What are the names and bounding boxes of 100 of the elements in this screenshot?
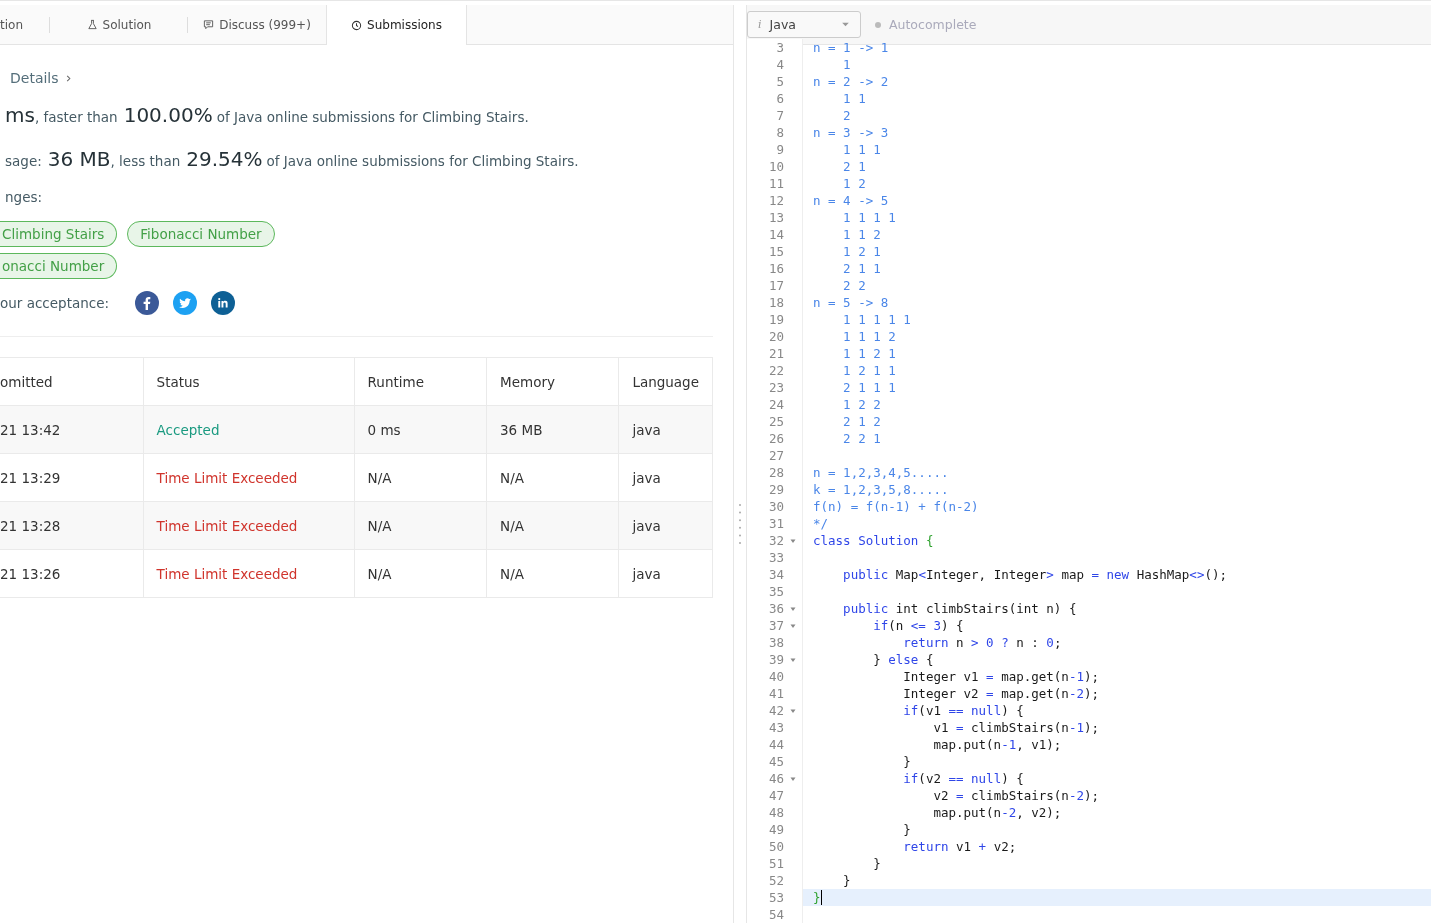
line-number: 18: [768, 294, 784, 311]
tab[interactable]: Solution: [50, 5, 188, 44]
table-cell: 36 MB: [486, 405, 619, 454]
fold-arrow-icon[interactable]: [790, 656, 796, 663]
code-line: 1 1 1: [842, 141, 881, 158]
line-number: 27: [768, 447, 784, 464]
share-label: our acceptance:: [0, 295, 110, 311]
code-line: 2 1 2: [842, 413, 881, 430]
code-line: 2 1: [842, 158, 866, 175]
line-number: 45: [768, 753, 784, 770]
line-number: 50: [768, 838, 784, 855]
line-number: 41: [768, 685, 784, 702]
code-line: map.put(n-2, v2);: [932, 804, 1062, 821]
code-line: f(n) = f(n-1) + f(n-2): [813, 498, 979, 515]
line-number: 36: [768, 600, 784, 617]
line-number: 35: [768, 583, 784, 600]
line-number: 28: [768, 464, 784, 481]
line-number: 32: [768, 532, 784, 549]
line-number: 7: [776, 107, 784, 124]
status-link[interactable]: Accepted: [143, 405, 355, 454]
line-number: 4: [776, 56, 784, 73]
details-link[interactable]: Details: [10, 70, 72, 86]
code-line: 1 2 1 1: [842, 362, 896, 379]
fold-arrow-icon[interactable]: [790, 707, 796, 714]
line-number: 52: [768, 872, 784, 889]
line-number: 38: [768, 634, 784, 651]
line-number: 34: [768, 566, 784, 583]
code-line: if(v2 == null) {: [902, 770, 1024, 787]
code-line: return n > 0 ? n : 0;: [902, 634, 1062, 651]
clock-icon: [351, 19, 363, 31]
runtime-summary: ms, faster than 100.00% of Java online submissions for Climbing Stairs.: [5, 102, 530, 129]
line-number: 9: [776, 141, 784, 158]
line-number: 6: [776, 90, 784, 107]
line-number: 16: [768, 260, 784, 277]
line-number: 44: [768, 736, 784, 753]
code-line: 2 2: [842, 277, 866, 294]
column-header: Memory: [486, 357, 619, 406]
code-line: n = 5 -> 8: [813, 294, 889, 311]
code-line: n = 3 -> 3: [813, 124, 889, 141]
fold-arrow-icon[interactable]: [790, 605, 796, 612]
code-line: 1: [842, 56, 851, 73]
code-line: 2 1 1: [842, 260, 881, 277]
table-cell: 21 13:29: [0, 453, 144, 502]
linkedin-icon[interactable]: [211, 291, 236, 315]
code-line: }: [842, 872, 851, 889]
code-line: class Solution {: [813, 532, 934, 549]
table-cell: 21 13:28: [0, 501, 144, 550]
table-cell: java: [618, 405, 713, 454]
line-number: 51: [768, 855, 784, 872]
tab[interactable]: Discuss (999+): [188, 5, 326, 44]
code-line: }: [813, 889, 821, 906]
line-number: 21: [768, 345, 784, 362]
table-cell: N/A: [486, 549, 619, 598]
line-number: 39: [768, 651, 784, 668]
line-number: 48: [768, 804, 784, 821]
line-number: 13: [768, 209, 784, 226]
code-line: if(n <= 3) {: [872, 617, 964, 634]
fold-arrow-icon[interactable]: [790, 775, 796, 782]
column-header: Runtime: [354, 357, 487, 406]
problem-tag[interactable]: Climbing Stairs: [0, 221, 118, 247]
problem-tag[interactable]: onacci Number: [0, 253, 118, 279]
fold-arrow-icon[interactable]: [790, 622, 796, 629]
table-cell: java: [618, 453, 713, 502]
code-line: 1 1 1 2: [842, 328, 896, 345]
status-link[interactable]: Time Limit Exceeded: [143, 549, 355, 598]
problem-tag[interactable]: Fibonacci Number: [127, 221, 275, 247]
fold-arrow-icon[interactable]: [790, 537, 796, 544]
twitter-icon[interactable]: [173, 291, 198, 315]
table-cell: java: [618, 549, 713, 598]
line-number: 25: [768, 413, 784, 430]
line-number: 5: [776, 73, 784, 90]
table-cell: 21 13:42: [0, 405, 144, 454]
code-line: v1 = climbStairs(n-1);: [932, 719, 1099, 736]
status-link[interactable]: Time Limit Exceeded: [143, 501, 355, 550]
tab[interactable]: tion: [0, 5, 50, 44]
line-number: 47: [768, 787, 784, 804]
tab[interactable]: Submissions: [326, 5, 467, 45]
code-line: return v1 + v2;: [902, 838, 1017, 855]
code-line: n = 1 -> 1: [813, 39, 889, 56]
line-number: 33: [768, 549, 784, 566]
code-line: 2: [842, 107, 851, 124]
language-select[interactable]: i Java: [747, 11, 861, 38]
code-line: 1 2 2: [842, 396, 881, 413]
facebook-icon[interactable]: [135, 291, 160, 315]
status-link[interactable]: Time Limit Exceeded: [143, 453, 355, 502]
line-number: 14: [768, 226, 784, 243]
line-number: 3: [776, 39, 784, 56]
table-cell: java: [618, 501, 713, 550]
code-line: }: [902, 753, 911, 770]
code-line: 1 1: [842, 90, 866, 107]
line-number: 10: [768, 158, 784, 175]
line-number: 31: [768, 515, 784, 532]
code-line: 2 1 1 1: [842, 379, 896, 396]
line-number: 29: [768, 481, 784, 498]
code-line: n = 1,2,3,4,5.....: [813, 464, 949, 481]
code-line: v2 = climbStairs(n-2);: [932, 787, 1099, 804]
line-number: 30: [768, 498, 784, 515]
line-number: 15: [768, 243, 784, 260]
code-line: }: [902, 821, 911, 838]
code-line: 1 1 1 1: [842, 209, 896, 226]
